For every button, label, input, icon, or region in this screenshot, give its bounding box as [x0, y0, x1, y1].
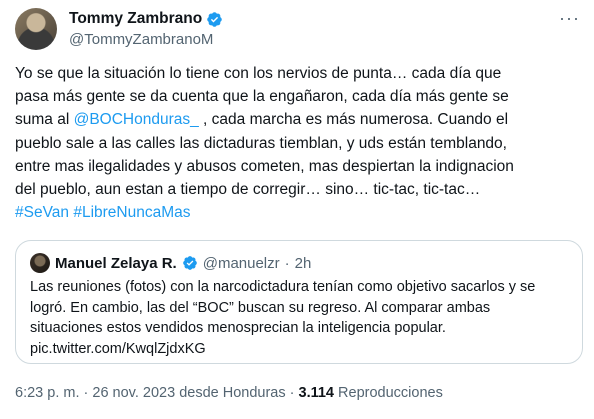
tweet-text-segment: suma al — [15, 111, 74, 129]
views-count: 3.114 — [298, 385, 335, 401]
author-name-row: Tommy Zambrano — [69, 10, 223, 28]
tweet-text-segment: entre mas ilegalidades y abusos cometen,… — [15, 157, 514, 175]
tweet-text-segment: pasa más gente se da cuenta que la engañ… — [15, 88, 509, 106]
quoted-author-name[interactable]: Manuel Zelaya R. — [55, 255, 177, 272]
quoted-tweet[interactable]: Manuel Zelaya R. @manuelzr · 2h Las reun… — [15, 240, 583, 364]
quoted-tweet-text-line: situaciones estos vendidos menosprecian … — [30, 320, 446, 336]
tweet-header: Tommy Zambrano @TommyZambranoM ··· — [15, 8, 584, 50]
quoted-tweet-text-line: logró. En cambio, las del “BOC” buscan s… — [30, 299, 491, 316]
quoted-tweet-text-line: pic.twitter.com/KwqlZjdxKG — [30, 340, 206, 357]
separator-dot: · — [289, 385, 295, 401]
quoted-author-handle[interactable]: @manuelzr — [203, 255, 280, 272]
tweet-text-segment: , cada marcha es más numerosa. Cuando el — [198, 111, 509, 129]
quoted-author-avatar[interactable] — [30, 253, 50, 273]
quoted-tweet-header: Manuel Zelaya R. @manuelzr · 2h — [30, 253, 311, 273]
author-name[interactable]: Tommy Zambrano — [69, 10, 202, 28]
tweet-text: Yo se que la situación lo tiene con los … — [15, 62, 581, 224]
tweet-meta: 6:23 p. m. · 26 nov. 2023 desde Honduras… — [15, 385, 443, 401]
verified-badge-icon — [182, 256, 197, 270]
quoted-tweet-text: Las reuniones (fotos) con la narcodictad… — [30, 277, 575, 359]
tweet-time[interactable]: 6:23 p. m. — [15, 385, 79, 401]
tweet-text-line: pueblo sale a las calles las dictaduras … — [15, 132, 581, 155]
tweet-text-line: entre mas ilegalidades y abusos cometen,… — [15, 155, 581, 178]
tweet-text-segment: pueblo sale a las calles las dictaduras … — [15, 134, 507, 152]
author-avatar[interactable] — [15, 8, 57, 50]
author-handle[interactable]: @TommyZambranoM — [69, 31, 213, 48]
tweet-date-source[interactable]: 26 nov. 2023 desde Honduras — [92, 385, 285, 401]
views-label: Reproducciones — [338, 385, 443, 401]
tweet-text-segment: del pueblo, aun estan a tiempo de correg… — [15, 181, 481, 199]
tweet-text-line: pasa más gente se da cuenta que la engañ… — [15, 85, 581, 108]
tweet-text-segment: Yo se que la situación lo tiene con los … — [15, 65, 502, 82]
tweet-text-line: #SeVan #LibreNuncaMas — [15, 201, 581, 224]
separator-dot: · — [284, 254, 290, 272]
hashtag-link[interactable]: #SeVan — [15, 204, 69, 221]
tweet-text-line: Yo se que la situación lo tiene con los … — [15, 62, 581, 85]
tweet-text-line: del pueblo, aun estan a tiempo de correg… — [15, 178, 581, 201]
quoted-tweet-text-line: Las reuniones (fotos) con la narcodictad… — [30, 279, 536, 295]
hashtag-link[interactable]: #LibreNuncaMas — [73, 204, 190, 221]
quoted-tweet-time[interactable]: 2h — [295, 255, 312, 272]
separator-dot: · — [83, 385, 89, 401]
more-options-icon[interactable]: ··· — [559, 8, 580, 29]
tweet-text-line: suma al @BOCHonduras_ , cada marcha es m… — [15, 108, 581, 131]
verified-badge-icon — [207, 11, 222, 27]
mention-link[interactable]: @BOCHonduras_ — [74, 111, 199, 128]
